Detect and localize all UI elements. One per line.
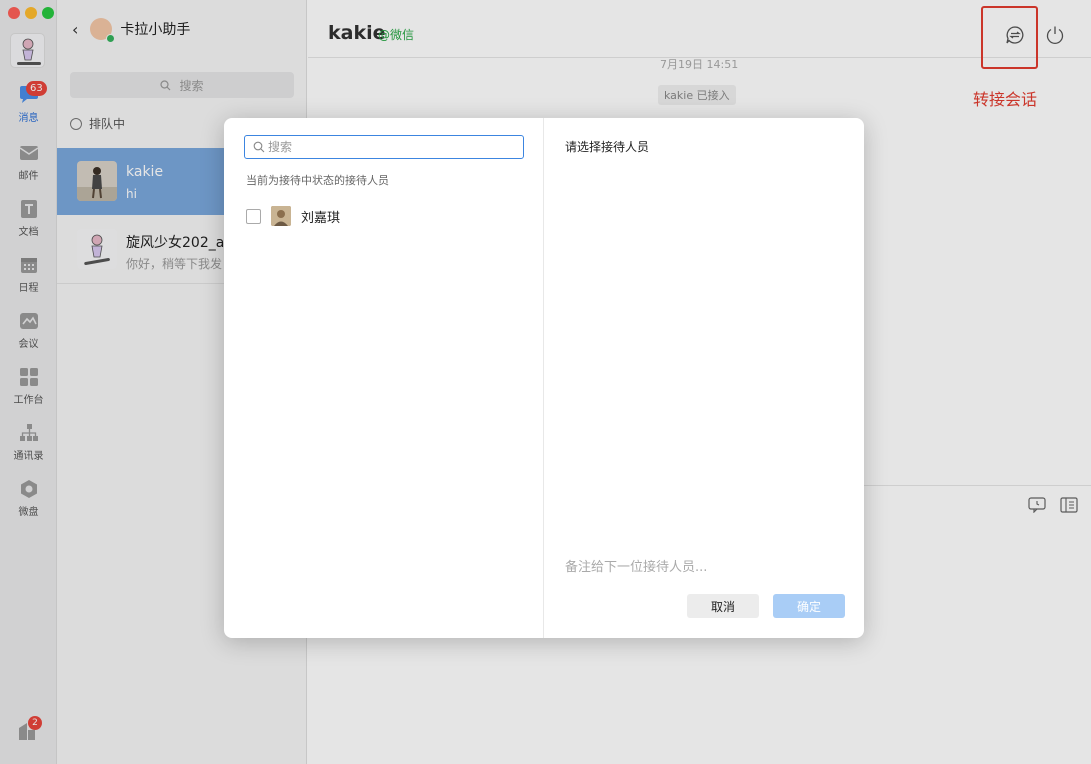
staff-row[interactable]: 刘嘉琪 bbox=[246, 206, 340, 226]
note-input[interactable]: 备注给下一位接待人员... bbox=[565, 556, 845, 575]
app-window: 63 消息 邮件 文档 日程 会议 工作台 通讯录 微盘 2 ‹ 卡拉小助手 搜… bbox=[0, 0, 1091, 764]
confirm-button[interactable]: 确定 bbox=[773, 594, 845, 618]
search-icon bbox=[253, 141, 265, 153]
staff-search-input[interactable] bbox=[268, 140, 518, 154]
cancel-button[interactable]: 取消 bbox=[687, 594, 759, 618]
selection-panel: 请选择接待人员 备注给下一位接待人员... 取消 确定 bbox=[545, 118, 864, 638]
staff-search-field[interactable] bbox=[244, 135, 524, 159]
transfer-dialog: 当前为接待中状态的接待人员 刘嘉琪 请选择接待人员 备注给下一位接待人员... … bbox=[224, 118, 864, 638]
staff-name: 刘嘉琪 bbox=[301, 210, 341, 226]
staff-avatar bbox=[271, 206, 291, 226]
staff-checkbox[interactable] bbox=[246, 208, 261, 224]
staff-hint: 当前为接待中状态的接待人员 bbox=[246, 174, 389, 187]
staff-picker-panel: 当前为接待中状态的接待人员 刘嘉琪 bbox=[224, 118, 544, 638]
selection-title: 请选择接待人员 bbox=[565, 140, 650, 154]
